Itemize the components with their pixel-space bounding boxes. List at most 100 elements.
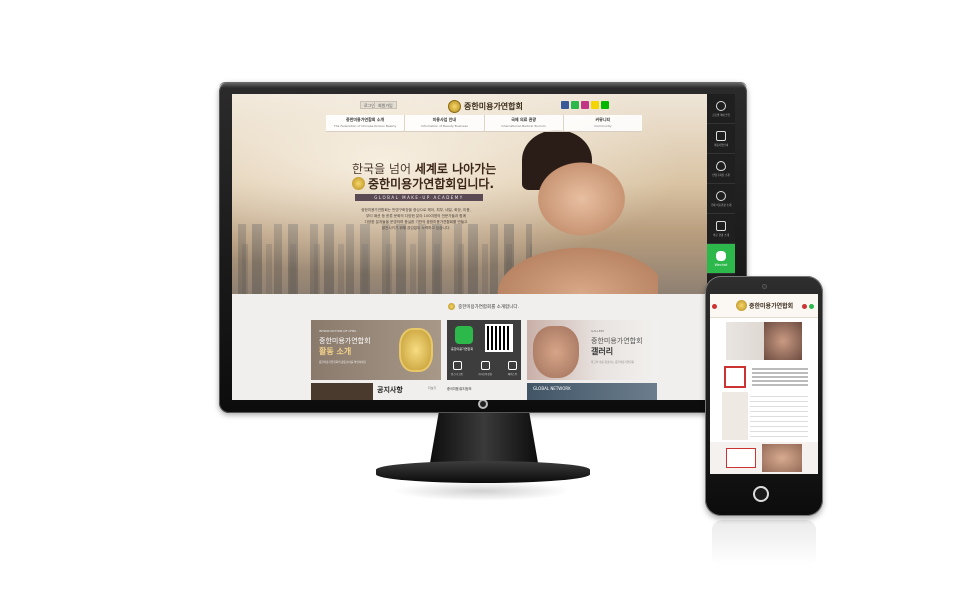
logo-text: 중한미용가연합회 bbox=[464, 101, 523, 111]
monitor-bezel-gloss bbox=[219, 82, 747, 88]
sns-qr-card: 중한미용가연합회 인스타그램 카카오톡상담 페이스북 bbox=[447, 320, 521, 380]
card-title: 활동 소개 bbox=[319, 347, 352, 356]
hero-section: 로그인 회원가입 중한미용가연합회 중한미용가연합회 소개 The Federa… bbox=[232, 94, 735, 294]
mobile-screen: 중한미용가연합회 bbox=[710, 294, 818, 474]
qr-sns-icons bbox=[453, 361, 517, 370]
site-logo[interactable]: 중한미용가연합회 bbox=[448, 98, 523, 114]
notice-more-link[interactable]: 더보기 bbox=[428, 386, 436, 390]
monitor-stand-base bbox=[376, 461, 590, 483]
hero-tagline: GLOBAL MAKE-UP ACADEMY bbox=[355, 194, 483, 201]
nav-label: 커뮤니티 bbox=[595, 117, 611, 122]
hero-headline-2-text: 중한미용가연합회입니다. bbox=[368, 177, 494, 191]
gallery-model-image bbox=[533, 326, 579, 378]
main-nav: 중한미용가연합회 소개 The Federation of Chinese-Ko… bbox=[326, 115, 642, 132]
quick-menu-label: 글로벌 메이크업 bbox=[712, 113, 730, 117]
qr-code-icon bbox=[485, 324, 513, 352]
phone-home-button bbox=[753, 486, 769, 502]
card-title: 갤러리 bbox=[591, 347, 614, 356]
hero-headline-1a: 한국을 넘어 bbox=[352, 162, 415, 176]
nav-label: 국제 의료 관광 bbox=[511, 117, 537, 122]
qr-caption: 인스타그램 bbox=[451, 373, 463, 376]
card-row: INTRODUCTION OF CFBK 중한미용가연합회 활동 소개 중한미용… bbox=[311, 320, 657, 380]
nav-label: 미용사업 안내 bbox=[432, 117, 457, 122]
intro-section: 중한미용가연합회를 소개합니다. INTRODUCTION OF CFBK 중한… bbox=[232, 294, 735, 400]
sns-links bbox=[561, 101, 609, 109]
qr-captions: 인스타그램 카카오톡상담 페이스북 bbox=[451, 372, 517, 376]
instagram-icon[interactable] bbox=[581, 101, 589, 109]
quick-menu-label: 반영구화장 소개 bbox=[712, 173, 730, 177]
instagram-icon[interactable] bbox=[453, 361, 462, 370]
nav-sublabel: Information of Beauty Business bbox=[420, 124, 468, 128]
kakaotalk-icon[interactable] bbox=[480, 361, 490, 370]
card-eyebrow: INTRODUCTION OF CFBK bbox=[319, 329, 357, 333]
monitor-stand-shadow bbox=[392, 481, 572, 501]
intro-heading-text: 중한미용가연합회를 소개합니다. bbox=[458, 304, 519, 310]
mobile-logo-text: 중한미용가연합회 bbox=[749, 303, 794, 310]
mobile-promo-image bbox=[762, 444, 802, 472]
logo-emblem-icon bbox=[448, 99, 461, 113]
quick-menu-rail: 글로벌 메이크업 미용사업안내 반영구화장 소개 국제 의료관광 소개 의료 관… bbox=[707, 94, 735, 294]
quick-menu-medical[interactable]: 국제 의료관광 소개 bbox=[707, 184, 735, 214]
mobile-intro-section bbox=[710, 362, 818, 390]
hero-desc-line: 발전시키기 위해 끊임없이 노력하고 있습니다. bbox=[381, 226, 451, 230]
quick-menu-label: 의료 관광 소개 bbox=[713, 233, 729, 237]
news-label[interactable]: 중국미용/뷰티정보 bbox=[447, 386, 472, 391]
quick-menu-semi-permanent[interactable]: 반영구화장 소개 bbox=[707, 154, 735, 184]
network-label: GLOBAL NETWORK bbox=[533, 386, 571, 391]
quick-menu-business[interactable]: 미용사업안내 bbox=[707, 124, 735, 154]
heartbeat-icon bbox=[716, 190, 726, 201]
mobile-intro-text bbox=[752, 368, 808, 388]
mobile-header: 중한미용가연합회 bbox=[710, 294, 818, 318]
globe-icon bbox=[716, 100, 726, 111]
monitor-stand-neck bbox=[430, 413, 538, 463]
kakaotalk-icon[interactable] bbox=[591, 101, 599, 109]
phone-reflection bbox=[712, 520, 816, 566]
monitor-power-button bbox=[478, 399, 488, 409]
line-icon[interactable] bbox=[601, 101, 609, 109]
wechat-icon[interactable] bbox=[571, 101, 579, 109]
notice-thumbnail bbox=[311, 383, 373, 400]
intro-heading: 중한미용가연합회를 소개합니다. bbox=[232, 303, 735, 310]
hero-model-image bbox=[488, 130, 658, 294]
gallery-card[interactable]: GALLERY 중한미용가연합회 갤러리 최고의 미를 창출하는 중한미용가연합… bbox=[527, 320, 657, 380]
board-row: 공지사항 더보기 중국미용/뷰티정보 GLOBAL NETWORK bbox=[311, 383, 657, 400]
nav-item-community[interactable]: 커뮤니티 Community bbox=[564, 115, 642, 131]
nav-item-medical-tourism[interactable]: 국제 의료 관광 International Medical Tourism bbox=[485, 115, 564, 131]
notice-title: 공지사항 bbox=[377, 386, 403, 394]
logo-emblem-icon bbox=[736, 300, 747, 311]
mobile-info-table bbox=[722, 392, 808, 440]
quick-menu-label: 미용사업안내 bbox=[713, 143, 729, 147]
card-org: 중한미용가연합회 bbox=[591, 337, 643, 345]
mobile-intro-frame bbox=[724, 366, 746, 388]
facebook-icon[interactable] bbox=[561, 101, 569, 109]
mobile-table-sidebar bbox=[722, 392, 748, 440]
card-eyebrow: GALLERY bbox=[591, 329, 605, 333]
quick-menu-wechat[interactable]: Wechat bbox=[707, 244, 735, 274]
quick-menu-tourism[interactable]: 의료 관광 소개 bbox=[707, 214, 735, 244]
mobile-logo[interactable]: 중한미용가연합회 bbox=[736, 300, 793, 311]
hero-headline-2: 중한미용가연합회입니다. bbox=[352, 175, 494, 192]
nav-sublabel: International Medical Tourism bbox=[501, 124, 546, 128]
wechat-icon[interactable] bbox=[455, 326, 473, 344]
qr-caption: 페이스북 bbox=[507, 373, 517, 376]
menu-icon[interactable] bbox=[712, 304, 717, 309]
id-card-icon bbox=[716, 130, 726, 141]
phone-call-icon[interactable] bbox=[802, 304, 807, 309]
card-org: 중한미용가연합회 bbox=[319, 337, 371, 345]
wechat-icon bbox=[716, 250, 726, 261]
nav-label: 중한미용가연합회 소개 bbox=[346, 117, 385, 122]
wechat-icon[interactable] bbox=[809, 304, 814, 309]
nav-item-about[interactable]: 중한미용가연합회 소개 The Federation of Chinese-Ko… bbox=[326, 115, 406, 131]
medical-icon bbox=[716, 220, 726, 231]
mobile-table-rows bbox=[750, 392, 808, 440]
quick-menu-global[interactable]: 글로벌 메이크업 bbox=[707, 94, 735, 124]
join-button[interactable]: 회원가입 bbox=[374, 101, 397, 109]
activity-card[interactable]: INTRODUCTION OF CFBK 중한미용가연합회 활동 소개 중한미용… bbox=[311, 320, 441, 380]
card-note: 중한미용가연합회의 활동분야를 확인하세요 bbox=[319, 361, 366, 364]
global-network-banner[interactable]: GLOBAL NETWORK bbox=[527, 383, 657, 400]
facebook-icon[interactable] bbox=[508, 361, 517, 370]
card-note: 최고의 미를 창출하는 중한미용가연합회 bbox=[591, 361, 635, 364]
phone-camera bbox=[762, 284, 767, 289]
nav-item-business[interactable]: 미용사업 안내 Information of Beauty Business bbox=[405, 115, 485, 131]
mobile-promo-box[interactable] bbox=[726, 448, 756, 468]
